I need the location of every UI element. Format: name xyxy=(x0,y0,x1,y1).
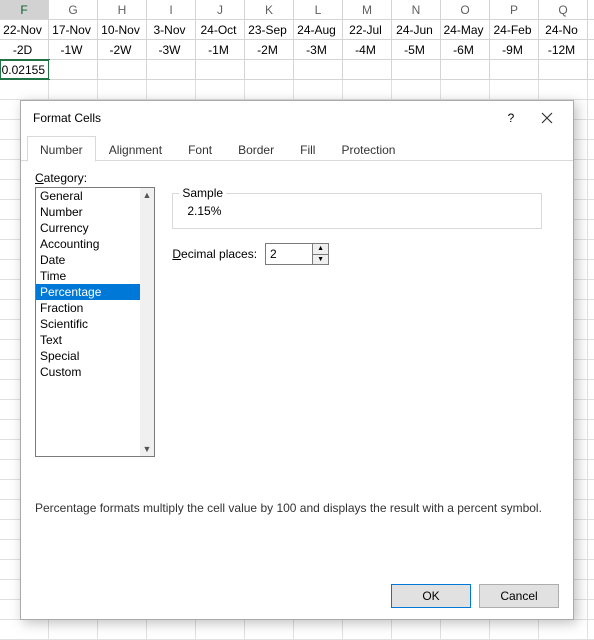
cell[interactable]: -5M xyxy=(392,40,441,59)
cell[interactable] xyxy=(294,60,343,79)
cell[interactable] xyxy=(196,60,245,79)
format-description: Percentage formats multiply the cell val… xyxy=(35,501,559,515)
cell[interactable]: 24-Feb xyxy=(490,20,539,39)
category-item[interactable]: General xyxy=(36,188,140,204)
cell[interactable]: 24-Aug xyxy=(294,20,343,39)
cell[interactable] xyxy=(392,60,441,79)
decimal-places-label: Decimal places: xyxy=(172,247,257,261)
cell[interactable]: 3-Nov xyxy=(147,20,196,39)
cell[interactable] xyxy=(539,60,588,79)
format-cells-dialog: Format Cells ? NumberAlignmentFontBorder… xyxy=(20,100,574,620)
column-header[interactable]: J xyxy=(196,0,245,19)
cancel-button[interactable]: Cancel xyxy=(479,584,559,608)
listbox-scrollbar[interactable]: ▲ ▼ xyxy=(140,188,154,456)
cell[interactable]: -1W xyxy=(49,40,98,59)
cell[interactable]: -4M xyxy=(343,40,392,59)
cell[interactable]: -3W xyxy=(147,40,196,59)
sample-label: Sample xyxy=(179,186,226,200)
cell[interactable]: 23-Sep xyxy=(245,20,294,39)
cell[interactable]: 24-Oct xyxy=(196,20,245,39)
cell[interactable] xyxy=(490,60,539,79)
category-item[interactable]: Fraction xyxy=(36,300,140,316)
cell[interactable]: 17-Nov xyxy=(49,20,98,39)
category-label: Category: xyxy=(35,171,559,185)
category-item[interactable]: Text xyxy=(36,332,140,348)
cell[interactable]: -2W xyxy=(98,40,147,59)
column-header[interactable]: Q xyxy=(539,0,588,19)
sample-value: 2.15% xyxy=(181,204,533,218)
cell[interactable] xyxy=(343,60,392,79)
column-header[interactable]: G xyxy=(49,0,98,19)
decimal-places-input[interactable] xyxy=(266,244,312,264)
column-header[interactable]: O xyxy=(441,0,490,19)
category-item[interactable]: Currency xyxy=(36,220,140,236)
sample-group: Sample 2.15% xyxy=(172,193,542,229)
cell[interactable] xyxy=(245,60,294,79)
category-item[interactable]: Time xyxy=(36,268,140,284)
category-item[interactable]: Number xyxy=(36,204,140,220)
cell[interactable]: -12M xyxy=(539,40,588,59)
cell[interactable]: -3M xyxy=(294,40,343,59)
dialog-titlebar: Format Cells ? xyxy=(21,101,573,135)
column-header[interactable]: I xyxy=(147,0,196,19)
category-item[interactable]: Scientific xyxy=(36,316,140,332)
cell[interactable]: 10-Nov xyxy=(98,20,147,39)
scroll-up-icon[interactable]: ▲ xyxy=(143,188,152,202)
tab-fill[interactable]: Fill xyxy=(287,136,328,162)
tab-border[interactable]: Border xyxy=(225,136,287,162)
cell[interactable]: 22-Nov xyxy=(0,20,49,39)
column-header[interactable]: P xyxy=(490,0,539,19)
tab-protection[interactable]: Protection xyxy=(328,136,408,162)
column-header[interactable]: M xyxy=(343,0,392,19)
category-listbox[interactable]: GeneralNumberCurrencyAccountingDateTimeP… xyxy=(35,187,155,457)
tab-font[interactable]: Font xyxy=(175,136,225,162)
scroll-down-icon[interactable]: ▼ xyxy=(143,442,152,456)
close-icon xyxy=(541,112,553,124)
column-header[interactable]: K xyxy=(245,0,294,19)
tab-alignment[interactable]: Alignment xyxy=(96,136,175,162)
column-header[interactable]: H xyxy=(98,0,147,19)
cell[interactable]: -1M xyxy=(196,40,245,59)
close-button[interactable] xyxy=(529,104,565,132)
ok-button[interactable]: OK xyxy=(391,584,471,608)
spinner-up-button[interactable]: ▲ xyxy=(313,244,328,255)
cell[interactable]: -6M xyxy=(441,40,490,59)
decimal-places-spinner[interactable]: ▲ ▼ xyxy=(265,243,329,265)
cell[interactable] xyxy=(49,60,98,79)
category-item[interactable]: Accounting xyxy=(36,236,140,252)
column-header[interactable]: N xyxy=(392,0,441,19)
column-header[interactable]: F xyxy=(0,0,49,19)
category-item[interactable]: Custom xyxy=(36,364,140,380)
cell[interactable] xyxy=(441,60,490,79)
cell[interactable] xyxy=(98,60,147,79)
cell[interactable]: 24-No xyxy=(539,20,588,39)
column-header[interactable]: L xyxy=(294,0,343,19)
spinner-down-button[interactable]: ▼ xyxy=(313,255,328,265)
cell[interactable]: -9M xyxy=(490,40,539,59)
category-item[interactable]: Date xyxy=(36,252,140,268)
cell[interactable]: -2M xyxy=(245,40,294,59)
dialog-title: Format Cells xyxy=(33,111,493,125)
cell[interactable]: 0.02155 xyxy=(0,60,49,79)
cell[interactable]: -2D xyxy=(0,40,49,59)
cell[interactable]: 24-Jun xyxy=(392,20,441,39)
cell[interactable]: 22-Jul xyxy=(343,20,392,39)
cell[interactable] xyxy=(147,60,196,79)
help-button[interactable]: ? xyxy=(493,104,529,132)
category-item[interactable]: Percentage xyxy=(36,284,140,300)
category-item[interactable]: Special xyxy=(36,348,140,364)
tab-number[interactable]: Number xyxy=(27,136,96,162)
cell[interactable]: 24-May xyxy=(441,20,490,39)
dialog-tabs: NumberAlignmentFontBorderFillProtection xyxy=(21,135,573,161)
